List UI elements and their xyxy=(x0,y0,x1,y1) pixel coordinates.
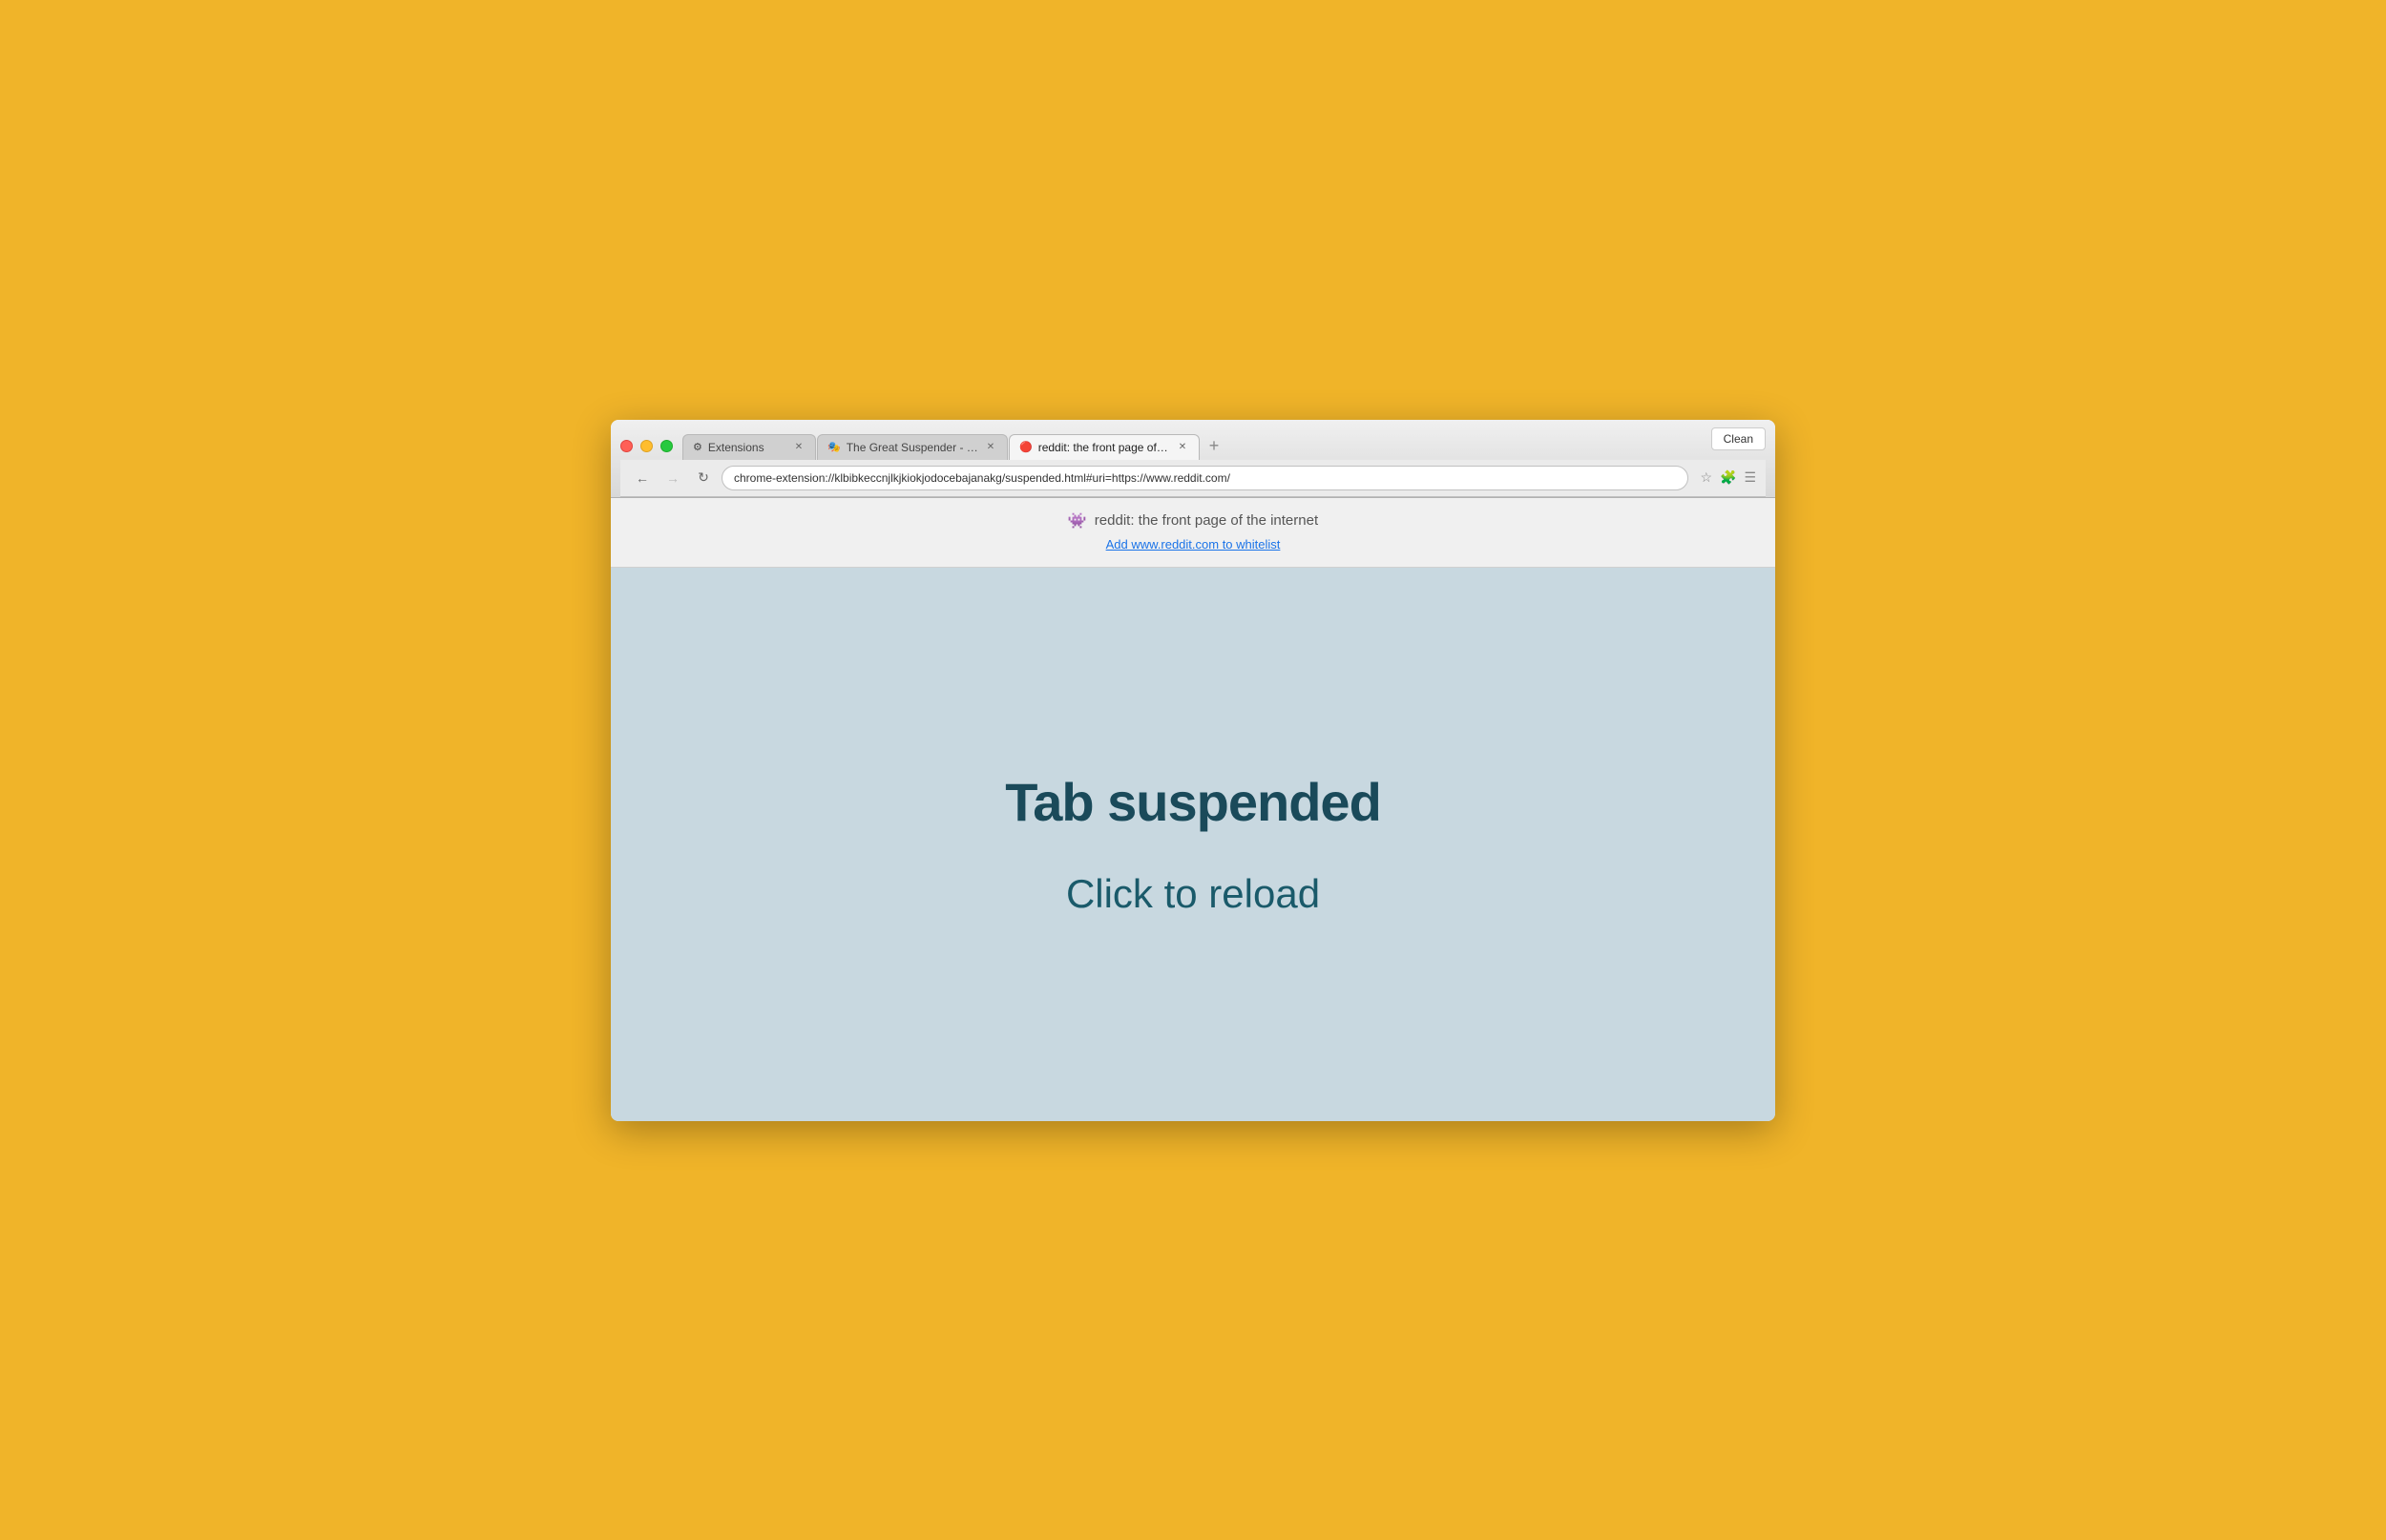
tab-great-suspender[interactable]: 🎭 The Great Suspender - Ch… ✕ xyxy=(817,434,1008,460)
tab-great-suspender-close[interactable]: ✕ xyxy=(984,441,997,454)
reddit-logo-icon: 👾 xyxy=(1068,511,1087,531)
main-content[interactable]: Tab suspended Click to reload xyxy=(611,568,1775,1121)
close-window-button[interactable] xyxy=(620,440,633,452)
title-bar-right: Clean xyxy=(1711,427,1766,460)
star-icon[interactable]: ☆ xyxy=(1700,469,1712,486)
tab-extensions-label: Extensions xyxy=(708,441,786,454)
browser-window: ⚙ Extensions ✕ 🎭 The Great Suspender - C… xyxy=(611,420,1775,1121)
tabs-row: ⚙ Extensions ✕ 🎭 The Great Suspender - C… xyxy=(682,433,1227,460)
clean-button[interactable]: Clean xyxy=(1711,427,1766,450)
tab-extensions-close[interactable]: ✕ xyxy=(792,441,806,454)
page-title-text: reddit: the front page of the internet xyxy=(1095,512,1318,529)
great-suspender-tab-icon: 🎭 xyxy=(827,441,841,453)
tab-suspended-heading: Tab suspended xyxy=(1005,771,1381,833)
address-bar-row: ← → ↻ chrome-extension://klbibkeccnjlkjk… xyxy=(620,460,1766,497)
address-bar-icons: ☆ 🧩 ☰ xyxy=(1700,469,1756,486)
whitelist-link[interactable]: Add www.reddit.com to whitelist xyxy=(1106,537,1281,551)
info-bar: 👾 reddit: the front page of the internet… xyxy=(611,498,1775,568)
new-tab-button[interactable]: + xyxy=(1201,433,1227,460)
extensions-tab-icon: ⚙ xyxy=(693,441,702,453)
tab-reddit-close[interactable]: ✕ xyxy=(1176,441,1189,454)
window-controls xyxy=(620,440,673,452)
title-bar: ⚙ Extensions ✕ 🎭 The Great Suspender - C… xyxy=(611,420,1775,498)
tab-extensions[interactable]: ⚙ Extensions ✕ xyxy=(682,434,816,460)
reddit-tab-icon: 🔴 xyxy=(1019,441,1033,453)
page-title-row: 👾 reddit: the front page of the internet xyxy=(630,511,1756,531)
address-field[interactable]: chrome-extension://klbibkeccnjlkjkiokjod… xyxy=(722,466,1688,490)
click-to-reload-text: Click to reload xyxy=(1066,871,1320,917)
address-text: chrome-extension://klbibkeccnjlkjkiokjod… xyxy=(734,471,1230,485)
forward-button[interactable]: → xyxy=(660,466,685,490)
tabs-and-clean-row: ⚙ Extensions ✕ 🎭 The Great Suspender - C… xyxy=(620,427,1766,460)
minimize-window-button[interactable] xyxy=(640,440,653,452)
reload-button[interactable]: ↻ xyxy=(691,466,716,490)
tab-reddit[interactable]: 🔴 reddit: the front page of th… ✕ xyxy=(1009,434,1200,460)
desktop: ⚙ Extensions ✕ 🎭 The Great Suspender - C… xyxy=(0,0,2386,1540)
tab-reddit-label: reddit: the front page of th… xyxy=(1038,441,1170,454)
maximize-window-button[interactable] xyxy=(660,440,673,452)
menu-icon[interactable]: ☰ xyxy=(1744,469,1756,486)
back-button[interactable]: ← xyxy=(630,466,655,490)
tab-great-suspender-label: The Great Suspender - Ch… xyxy=(847,441,978,454)
extensions-icon[interactable]: 🧩 xyxy=(1720,469,1736,486)
